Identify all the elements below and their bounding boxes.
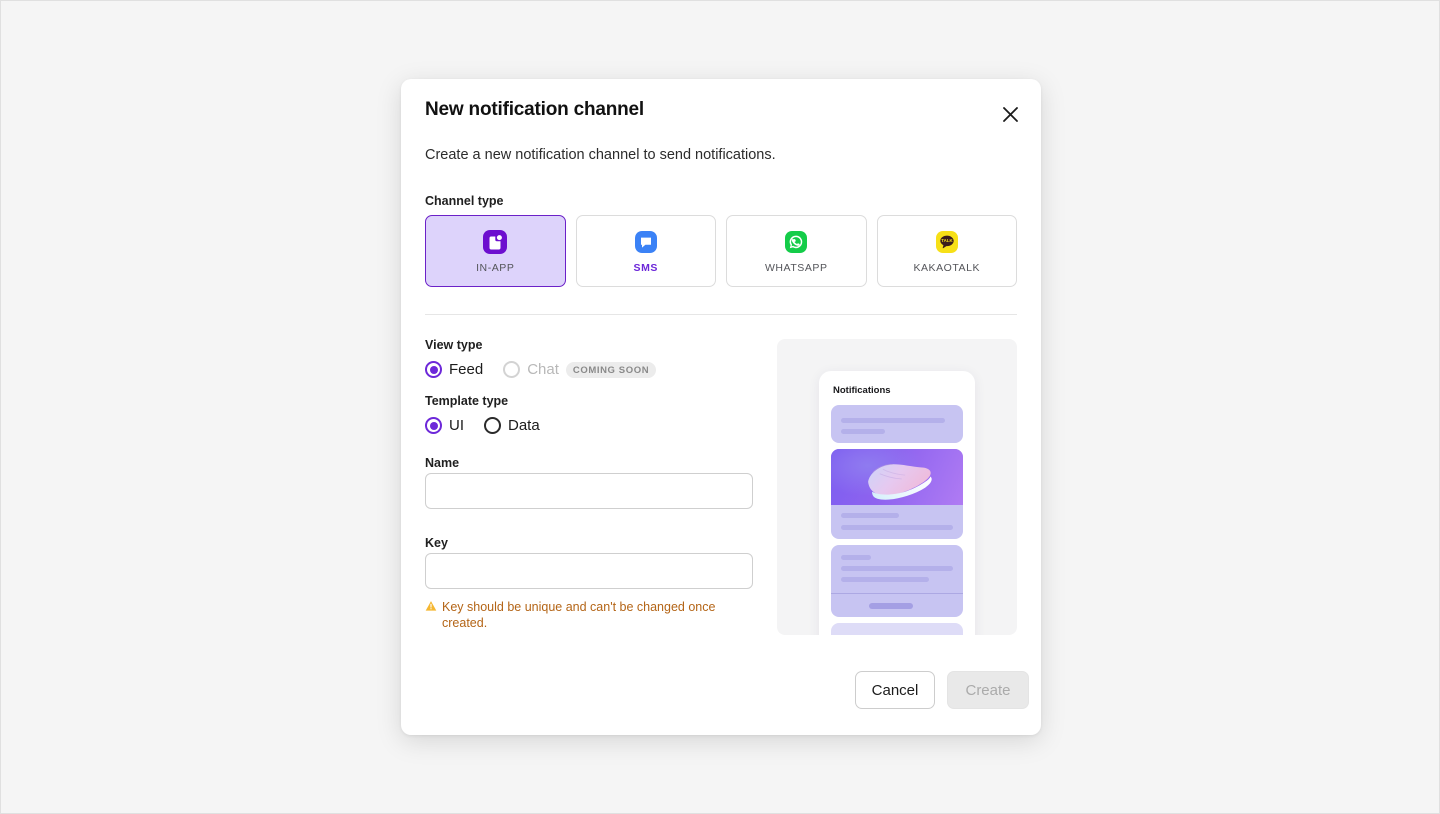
template-type-label: Template type (425, 394, 509, 408)
radio-label: Feed (449, 361, 484, 378)
key-label: Key (425, 536, 448, 550)
channel-card-label: SMS (633, 261, 658, 274)
dialog-title: New notification channel (425, 99, 644, 120)
preview-media-card (831, 449, 963, 539)
name-input[interactable] (425, 473, 753, 509)
section-divider (425, 314, 1017, 315)
channel-card-label: WHATSAPP (764, 261, 828, 274)
radio-view-type-feed[interactable]: Feed (425, 361, 483, 378)
key-hint-text: Key should be unique and can't be change… (442, 600, 716, 631)
channel-card-label: IN-APP (476, 261, 515, 274)
kakaotalk-icon: TALK (934, 229, 960, 255)
app-background: New notification channel Create a new no… (0, 0, 1440, 814)
radio-view-type-chat: Chat COMING SOON (503, 361, 657, 378)
key-hint: Key should be unique and can't be change… (425, 599, 735, 632)
svg-text:TALK: TALK (941, 238, 953, 243)
preview-skeleton-card (831, 405, 963, 443)
template-type-options: UI Data (425, 417, 540, 434)
cancel-button[interactable]: Cancel (855, 671, 935, 709)
view-type-label: View type (425, 338, 483, 352)
whatsapp-icon (783, 229, 809, 255)
preview-hero-image (831, 449, 963, 505)
radio-indicator (425, 361, 442, 378)
sms-icon (633, 229, 659, 255)
name-label: Name (425, 456, 460, 470)
channel-card-in-app[interactable]: IN-APP (425, 215, 566, 287)
sneaker-illustration (868, 464, 932, 500)
radio-template-type-data[interactable]: Data (484, 417, 540, 434)
channel-card-sms[interactable]: SMS (575, 215, 716, 287)
channel-card-kakaotalk[interactable]: TALK KAKAOTALK (876, 215, 1017, 287)
channel-card-label: KAKAOTALK (913, 261, 981, 274)
coming-soon-badge: COMING SOON (565, 361, 657, 378)
close-icon[interactable] (997, 101, 1023, 127)
dialog-footer: Cancel Create (401, 645, 1041, 735)
channel-type-options: IN-APP SMS WHATSAPP TALK KAKAOTALK (425, 215, 1017, 287)
phone-mockup: Notifications (819, 371, 975, 635)
channel-preview-panel: Notifications (777, 339, 1017, 635)
key-input[interactable] (425, 553, 753, 589)
create-button[interactable]: Create (947, 671, 1029, 709)
radio-indicator (425, 417, 442, 434)
view-type-options: Feed Chat COMING SOON (425, 361, 657, 378)
radio-label: UI (449, 417, 464, 434)
preview-notifications-title: Notifications (833, 385, 891, 396)
close-glyph (1002, 106, 1018, 122)
radio-label: Chat (527, 361, 559, 378)
warning-triangle-icon (425, 600, 437, 616)
radio-label: Data (508, 417, 540, 434)
dialog-description: Create a new notification channel to sen… (425, 147, 776, 163)
channel-type-label: Channel type (425, 194, 504, 208)
preview-skeleton-card (831, 623, 963, 635)
radio-template-type-ui[interactable]: UI (425, 417, 464, 434)
in-app-icon (482, 229, 508, 255)
preview-skeleton-card (831, 545, 963, 617)
radio-indicator (503, 361, 521, 378)
radio-indicator (484, 417, 501, 434)
channel-card-whatsapp[interactable]: WHATSAPP (726, 215, 867, 287)
new-notification-channel-dialog: New notification channel Create a new no… (401, 79, 1041, 735)
